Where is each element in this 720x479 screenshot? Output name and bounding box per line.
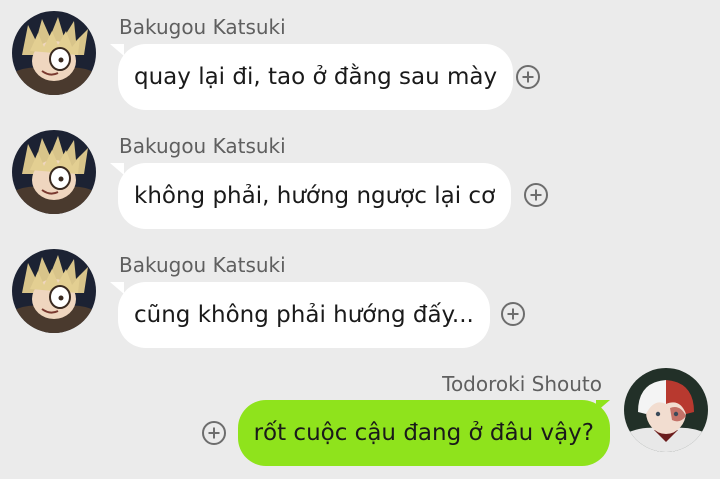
add-reaction-icon[interactable]: [515, 64, 541, 90]
add-reaction-icon[interactable]: [523, 182, 549, 208]
bubble-tail: [110, 163, 124, 175]
message-row: Bakugou Katsuki cũng không phải hướng đấ…: [0, 238, 720, 348]
message-bubble[interactable]: cũng không phải hướng đấy...: [118, 282, 490, 348]
sender-name: Bakugou Katsuki: [119, 253, 286, 277]
add-reaction-icon[interactable]: [500, 301, 526, 327]
bakugou-avatar-icon[interactable]: [12, 11, 96, 95]
message-bubble[interactable]: không phải, hướng ngược lại cơ: [118, 163, 512, 229]
sender-name: Todoroki Shouto: [442, 372, 602, 396]
message-row: Todoroki Shouto rốt cuộc cậu đang ở đâu …: [0, 357, 720, 467]
message-bubble[interactable]: quay lại đi, tao ở đằng sau mày: [118, 44, 514, 110]
message-row: Bakugou Katsuki quay lại đi, tao ở đằng …: [0, 0, 720, 110]
sender-name: Bakugou Katsuki: [119, 15, 286, 39]
sender-name: Bakugou Katsuki: [119, 134, 286, 158]
bubble-tail: [110, 282, 124, 294]
bakugou-avatar-icon[interactable]: [12, 130, 96, 214]
message-row: Bakugou Katsuki không phải, hướng ngược …: [0, 119, 720, 229]
todoroki-avatar-icon[interactable]: [624, 368, 708, 452]
add-reaction-icon[interactable]: [201, 420, 227, 446]
message-bubble[interactable]: rốt cuộc cậu đang ở đâu vậy?: [237, 400, 610, 466]
bakugou-avatar-icon[interactable]: [12, 249, 96, 333]
bubble-tail: [110, 44, 124, 56]
